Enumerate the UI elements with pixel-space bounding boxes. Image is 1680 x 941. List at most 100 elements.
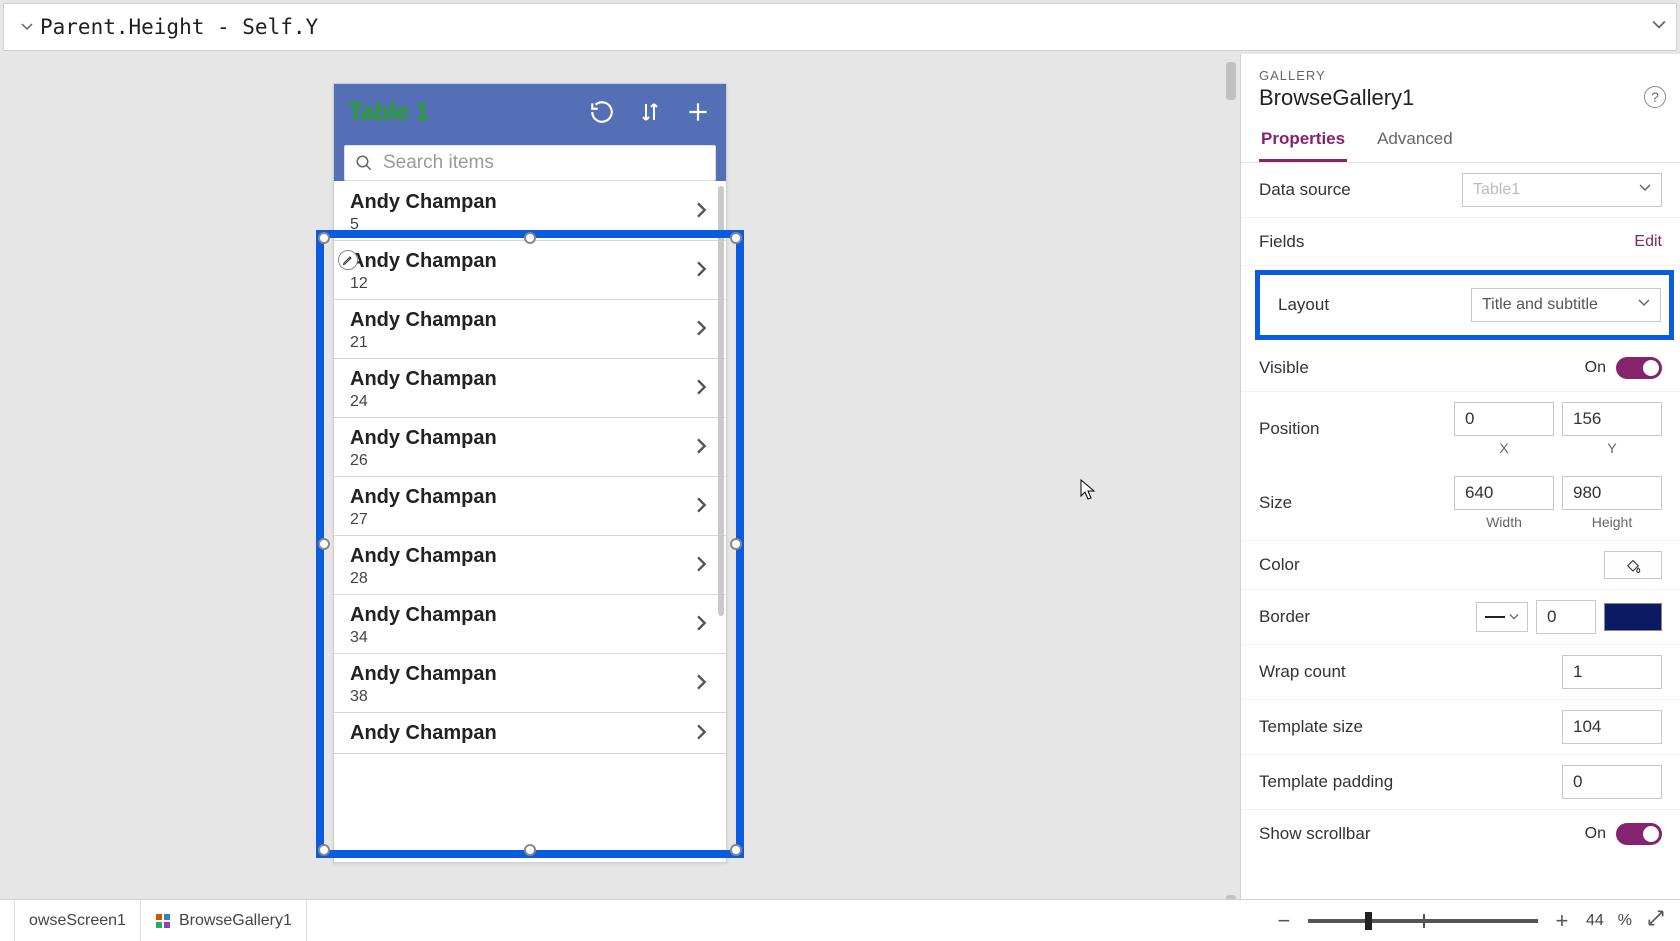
color-picker[interactable] <box>1604 551 1662 579</box>
search-row: Search items <box>334 140 726 181</box>
gallery[interactable]: Andy Champan5Andy Champan12Andy Champan2… <box>334 182 726 862</box>
zoom-in-button[interactable]: + <box>1552 908 1572 934</box>
row-subtitle: 5 <box>350 216 694 234</box>
row-subtitle: 34 <box>350 629 694 647</box>
resize-handle[interactable] <box>318 844 330 856</box>
chevron-down-icon <box>1639 181 1651 199</box>
resize-handle[interactable] <box>318 232 330 244</box>
add-icon[interactable] <box>684 98 712 126</box>
data-source-select[interactable]: Table1 <box>1462 173 1662 207</box>
size-width-input[interactable] <box>1454 476 1554 510</box>
app-title[interactable]: Table 1 <box>348 98 568 127</box>
gallery-icon <box>155 913 171 929</box>
gallery-row[interactable]: Andy Champan 5 <box>334 182 726 241</box>
position-y-input[interactable] <box>1562 402 1662 436</box>
position-x-input[interactable] <box>1454 402 1554 436</box>
canvas-scrollbar[interactable] <box>1224 62 1238 933</box>
resize-handle[interactable] <box>730 232 742 244</box>
search-input[interactable]: Search items <box>344 145 716 181</box>
canvas[interactable]: Table 1 Search items <box>0 54 1240 941</box>
refresh-icon[interactable] <box>588 98 616 126</box>
gallery-row[interactable]: Andy Champan <box>334 713 726 754</box>
app-header: Table 1 <box>334 84 726 140</box>
row-title: Andy Champan <box>350 662 694 686</box>
app-preview: Table 1 Search items <box>333 83 727 863</box>
row-title: Andy Champan <box>350 721 694 745</box>
formula-text[interactable]: Parent.Height - Self.Y <box>40 15 1662 39</box>
row-title: Andy Champan <box>350 426 694 450</box>
fit-to-screen-button[interactable] <box>1646 908 1666 934</box>
gallery-row[interactable]: Andy Champan34 <box>334 595 726 654</box>
fields-edit-link[interactable]: Edit <box>1634 233 1662 251</box>
zoom-out-button[interactable]: − <box>1274 908 1294 934</box>
sort-icon[interactable] <box>636 98 664 126</box>
border-style-select[interactable] <box>1476 602 1528 632</box>
wrap-count-input[interactable] <box>1562 655 1662 689</box>
gallery-row[interactable]: Andy Champan28 <box>334 536 726 595</box>
prop-position: Position X Y <box>1241 392 1680 466</box>
mouse-cursor-icon <box>1080 479 1098 501</box>
gallery-row[interactable]: Andy Champan 26 <box>334 418 726 477</box>
search-icon <box>355 154 373 172</box>
row-title: Andy Champan <box>350 190 694 214</box>
control-name[interactable]: BrowseGallery1 <box>1241 83 1680 121</box>
row-subtitle: 24 <box>350 393 694 411</box>
search-placeholder: Search items <box>383 152 494 174</box>
breadcrumb-screen[interactable]: owseScreen1 <box>14 900 141 941</box>
prop-border: Border <box>1241 590 1680 645</box>
expand-icon <box>1646 908 1666 928</box>
breadcrumb-control[interactable]: BrowseGallery1 <box>141 900 307 941</box>
chevron-right-icon[interactable] <box>694 674 710 695</box>
edit-template-button[interactable] <box>338 250 358 270</box>
gallery-row[interactable]: Andy Champan 38 <box>334 654 726 713</box>
border-color-picker[interactable] <box>1604 603 1662 631</box>
chevron-right-icon[interactable] <box>694 320 710 341</box>
scrollbar-thumb-top[interactable] <box>1226 62 1236 100</box>
gallery-row[interactable]: Andy Champan12 <box>334 241 726 300</box>
prop-fields: Fields Edit <box>1241 218 1680 266</box>
row-subtitle: 28 <box>350 570 694 588</box>
template-padding-input[interactable] <box>1562 765 1662 799</box>
paint-bucket-icon <box>1624 556 1642 574</box>
gallery-scrollbar[interactable] <box>718 186 724 616</box>
tab-advanced[interactable]: Advanced <box>1375 121 1455 162</box>
chevron-right-icon[interactable] <box>694 497 710 518</box>
chevron-right-icon[interactable] <box>694 438 710 459</box>
gallery-row[interactable]: Andy Champan21 <box>334 300 726 359</box>
row-subtitle: 21 <box>350 334 694 352</box>
resize-handle[interactable] <box>730 538 742 550</box>
formula-dropdown[interactable] <box>18 18 36 36</box>
chevron-right-icon[interactable] <box>694 261 710 282</box>
formula-bar[interactable]: Parent.Height - Self.Y <box>3 3 1677 51</box>
row-subtitle: 26 <box>350 452 694 470</box>
prop-visible: Visible On <box>1241 344 1680 392</box>
size-height-input[interactable] <box>1562 476 1662 510</box>
layout-select[interactable]: Title and subtitle <box>1471 288 1661 322</box>
prop-layout: Layout Title and subtitle <box>1274 281 1665 329</box>
chevron-right-icon[interactable] <box>694 615 710 636</box>
border-width-input[interactable] <box>1536 600 1596 634</box>
formula-expand[interactable] <box>1652 18 1666 37</box>
chevron-right-icon[interactable] <box>694 379 710 400</box>
prop-data-source: Data source Table1 <box>1241 163 1680 218</box>
gallery-row[interactable]: Andy Champan27 <box>334 477 726 536</box>
gallery-row[interactable]: Andy Champan 24 <box>334 359 726 418</box>
tab-properties[interactable]: Properties <box>1259 121 1347 162</box>
scrollbar-toggle[interactable] <box>1616 823 1662 845</box>
row-title: Andy Champan <box>350 367 694 391</box>
row-subtitle: 38 <box>350 688 694 706</box>
resize-handle[interactable] <box>730 844 742 856</box>
chevron-right-icon[interactable] <box>694 202 710 223</box>
zoom-slider[interactable] <box>1308 919 1538 923</box>
resize-handle[interactable] <box>318 538 330 550</box>
chevron-down-icon <box>21 21 33 33</box>
chevron-down-icon <box>1652 18 1666 32</box>
chevron-right-icon[interactable] <box>694 724 710 745</box>
chevron-right-icon[interactable] <box>694 556 710 577</box>
properties-tabs: Properties Advanced <box>1241 121 1680 163</box>
visible-toggle[interactable] <box>1616 357 1662 379</box>
help-button[interactable]: ? <box>1644 86 1666 108</box>
properties-panel: GALLERY BrowseGallery1 ? Properties Adva… <box>1240 54 1680 941</box>
control-type-label: GALLERY <box>1241 68 1680 83</box>
template-size-input[interactable] <box>1562 710 1662 744</box>
